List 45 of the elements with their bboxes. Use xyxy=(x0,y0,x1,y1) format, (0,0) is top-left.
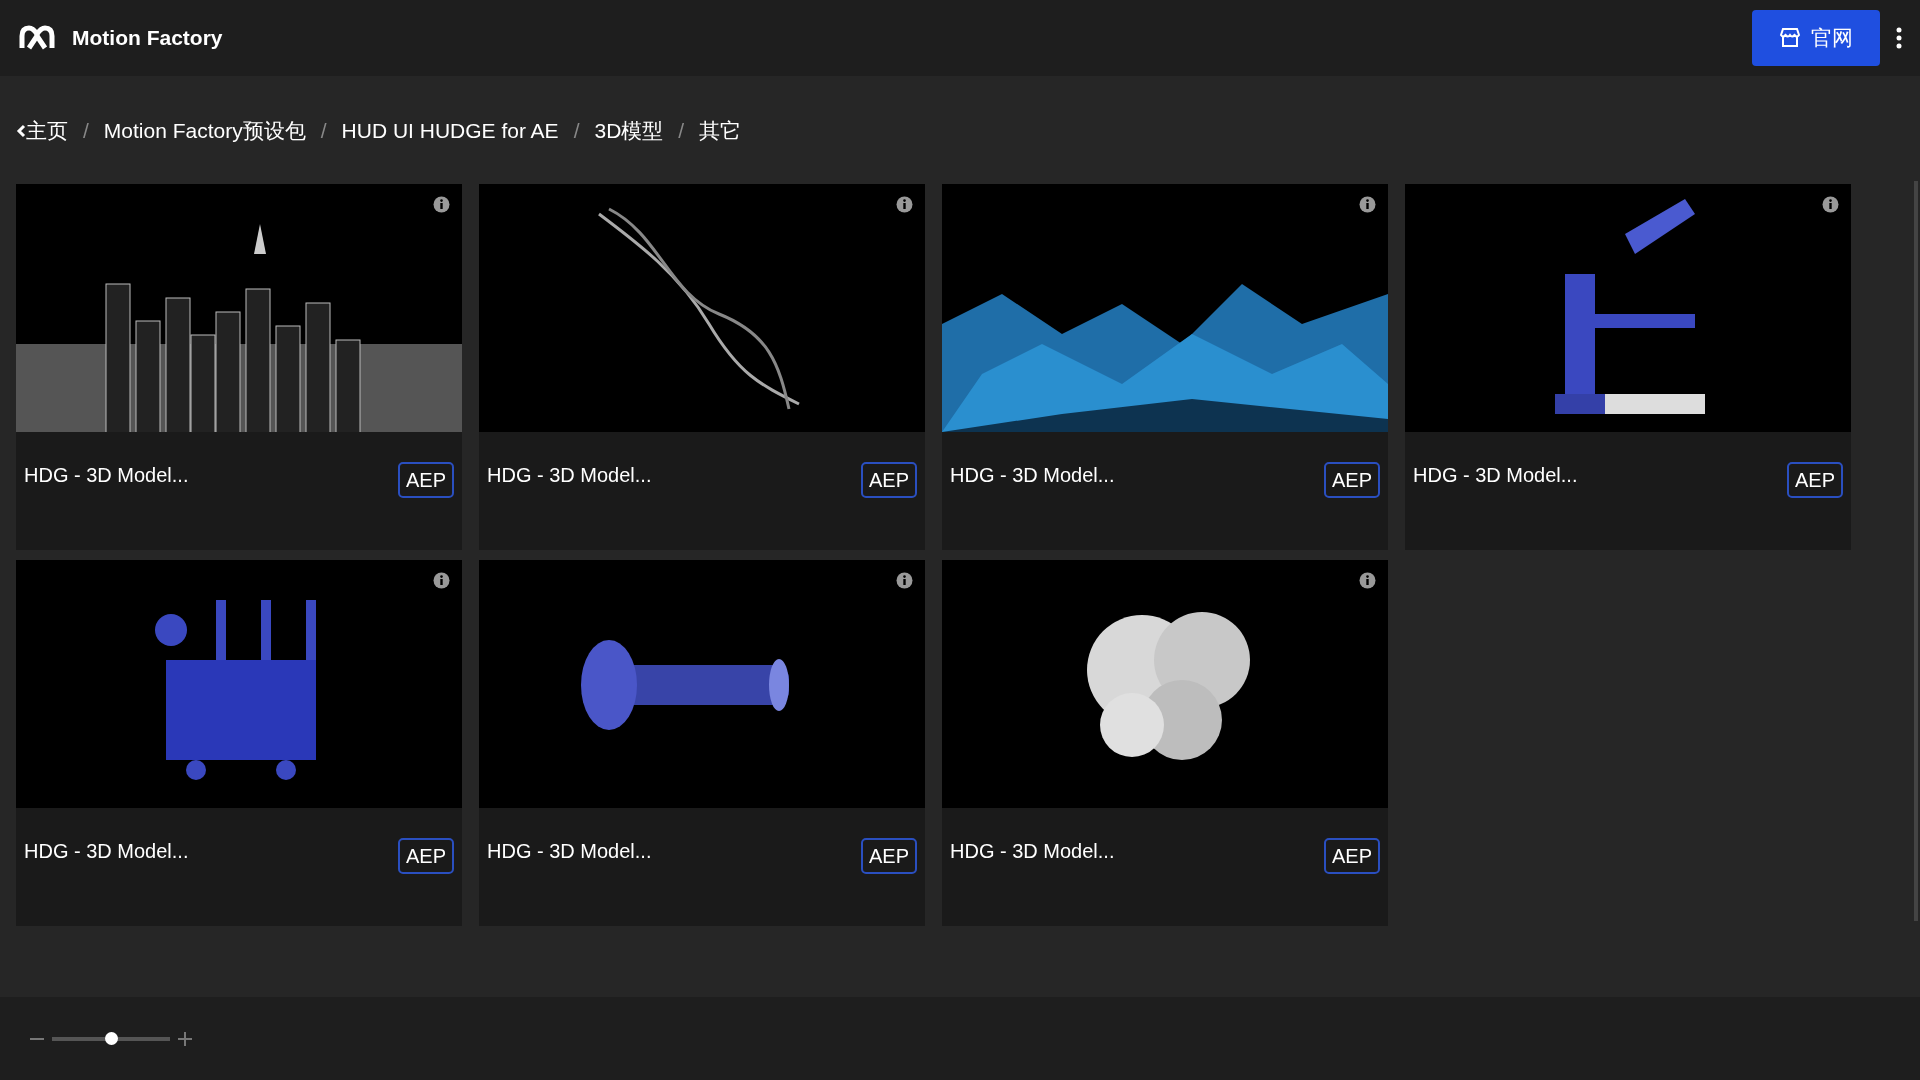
breadcrumb-link[interactable]: 3D模型 xyxy=(594,115,664,147)
breadcrumb-link[interactable]: 其它 xyxy=(699,115,742,147)
asset-card[interactable]: HDG - 3D Model... AEP xyxy=(16,560,462,926)
info-icon[interactable] xyxy=(1359,572,1376,589)
file-type-tag: AEP xyxy=(397,838,454,874)
zoom-in-icon[interactable] xyxy=(178,1031,192,1046)
file-type-tag: AEP xyxy=(860,462,917,498)
breadcrumb-separator: / xyxy=(320,118,327,145)
breadcrumb-separator: / xyxy=(678,118,685,145)
website-button[interactable]: 官网 xyxy=(1752,10,1880,66)
store-icon xyxy=(1779,27,1801,49)
breadcrumb-separator: / xyxy=(573,118,580,145)
file-type-tag: AEP xyxy=(1323,838,1380,874)
info-icon[interactable] xyxy=(896,572,913,589)
breadcrumb-link[interactable]: HUD UI HUDGE for AE xyxy=(341,115,559,147)
app-title: Motion Factory xyxy=(72,25,223,52)
card-title: HDG - 3D Model... xyxy=(24,839,189,864)
card-title: HDG - 3D Model... xyxy=(24,463,189,488)
asset-card[interactable]: HDG - 3D Model... AEP xyxy=(479,560,925,926)
info-icon[interactable] xyxy=(1822,196,1839,213)
file-type-tag: AEP xyxy=(397,462,454,498)
card-title: HDG - 3D Model... xyxy=(950,839,1115,864)
info-icon[interactable] xyxy=(433,196,450,213)
breadcrumb-link[interactable]: Motion Factory预设包 xyxy=(103,115,306,147)
breadcrumb-separator: / xyxy=(83,118,89,145)
asset-card[interactable]: HDG - 3D Model... AEP xyxy=(1405,184,1851,550)
back-icon xyxy=(16,124,26,138)
card-title: HDG - 3D Model... xyxy=(487,839,652,864)
info-icon[interactable] xyxy=(896,196,913,213)
logo-icon xyxy=(18,24,56,52)
card-title: HDG - 3D Model... xyxy=(1413,463,1578,488)
more-icon[interactable] xyxy=(1896,27,1902,49)
breadcrumb-link[interactable]: 主页 xyxy=(26,115,68,147)
asset-card[interactable]: HDG - 3D Model... AEP xyxy=(942,560,1388,926)
file-type-tag: AEP xyxy=(1323,462,1380,498)
card-title: HDG - 3D Model... xyxy=(487,463,652,488)
info-icon[interactable] xyxy=(1359,196,1376,213)
info-icon[interactable] xyxy=(433,572,450,589)
card-title: HDG - 3D Model... xyxy=(950,463,1115,488)
file-type-tag: AEP xyxy=(860,838,917,874)
asset-card[interactable]: HDG - 3D Model... AEP xyxy=(942,184,1388,550)
slider-thumb[interactable] xyxy=(105,1031,118,1045)
file-type-tag: AEP xyxy=(1786,462,1843,498)
asset-card[interactable]: HDG - 3D Model... AEP xyxy=(479,184,925,550)
asset-card[interactable]: HDG - 3D Model... AEP xyxy=(16,184,462,550)
